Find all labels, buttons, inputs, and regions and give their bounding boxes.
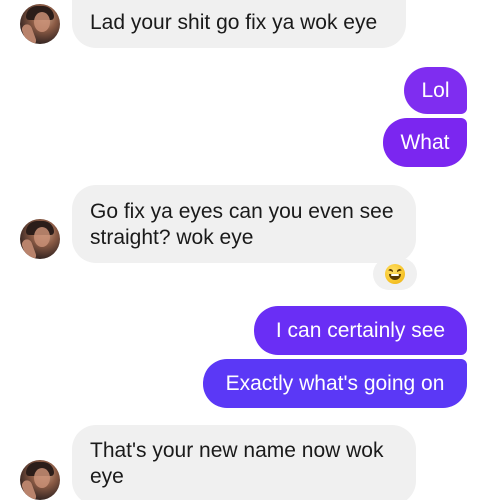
outgoing-message-bubble[interactable]: Lol	[404, 67, 467, 114]
contact-avatar[interactable]	[20, 219, 60, 259]
contact-avatar[interactable]	[20, 460, 60, 500]
message-text: I can certainly see	[275, 319, 446, 342]
contact-avatar[interactable]	[20, 4, 60, 44]
incoming-message-bubble[interactable]: Go fix ya eyes can you even see straight…	[72, 185, 416, 263]
outgoing-message-bubble[interactable]: I can certainly see	[254, 306, 467, 355]
message-text: Lad your shit go fix ya wok eye	[90, 11, 378, 34]
message-text: What	[400, 131, 450, 154]
chat-thread: Lad your shit go fix ya wok eye Lol What…	[0, 0, 500, 500]
message-text-line: Go fix ya eyes can you even see	[90, 200, 394, 223]
incoming-message-bubble[interactable]: That's your new name now wok eye	[72, 425, 416, 500]
outgoing-message-bubble[interactable]: What	[383, 118, 467, 167]
message-text-line: eye	[90, 465, 124, 488]
message-text: Exactly what's going on	[225, 372, 445, 395]
incoming-message-bubble[interactable]: Lad your shit go fix ya wok eye	[72, 0, 406, 48]
outgoing-message-bubble[interactable]: Exactly what's going on	[203, 359, 467, 408]
message-text-line: That's your new name now wok	[90, 439, 384, 462]
message-text-line: straight? wok eye	[90, 226, 254, 249]
message-text: Lol	[421, 79, 450, 102]
message-reaction[interactable]	[373, 258, 417, 290]
laughing-emoji-icon	[385, 264, 405, 284]
